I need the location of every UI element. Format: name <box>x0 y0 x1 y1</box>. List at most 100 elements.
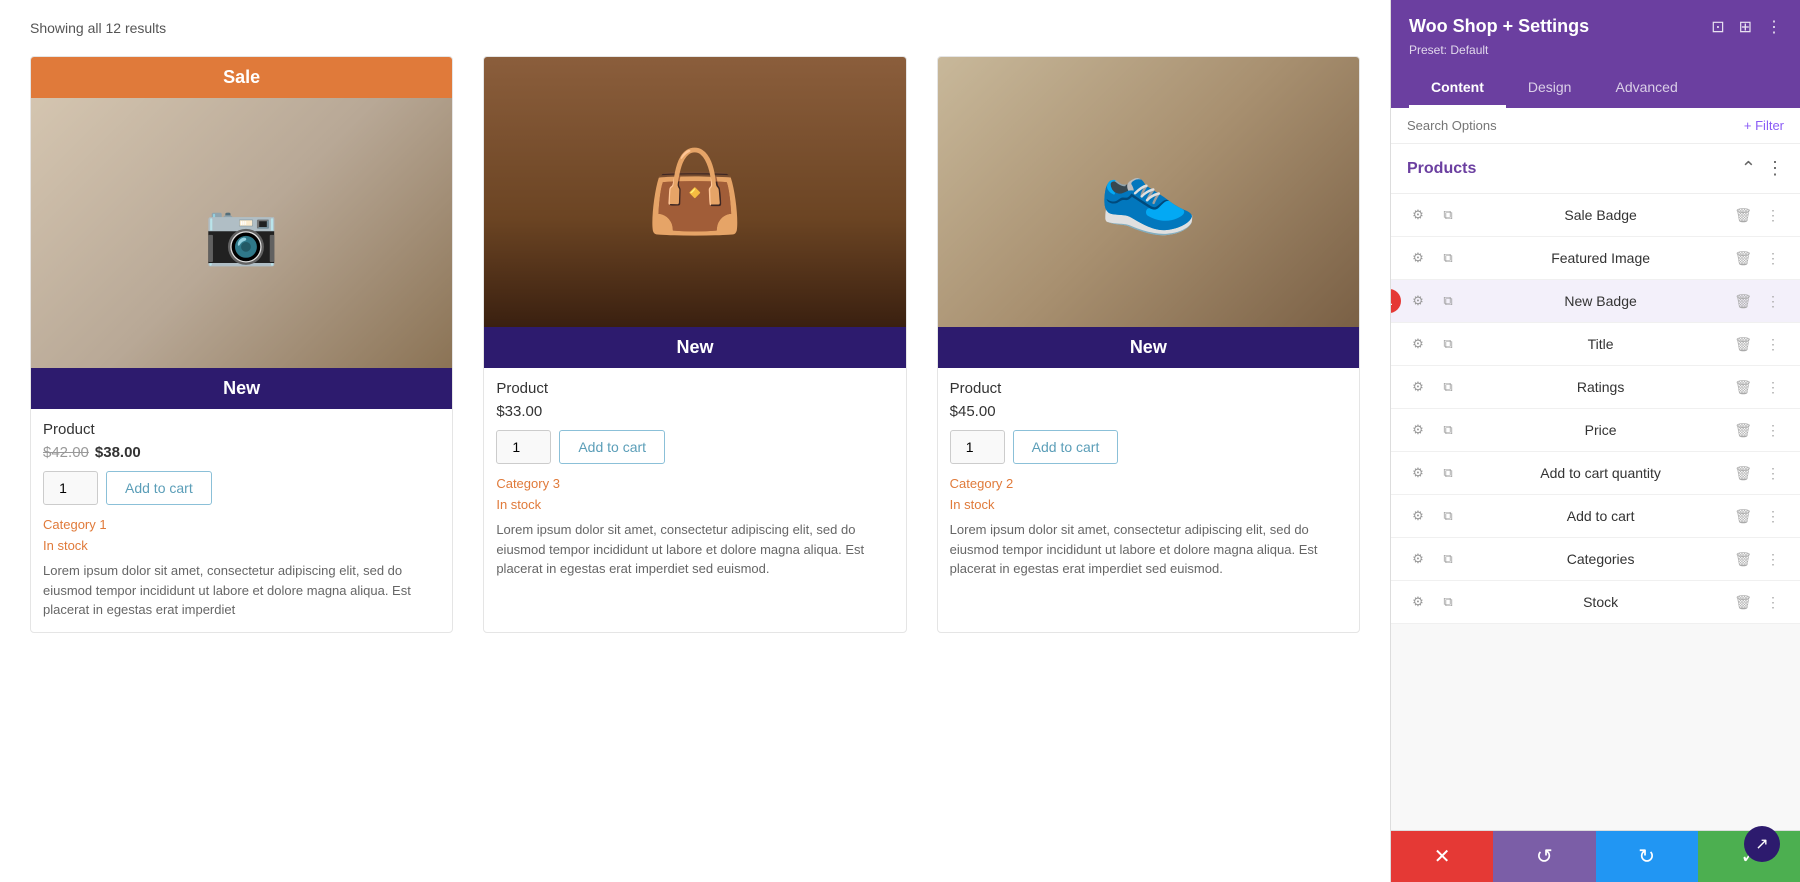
section-more-icon[interactable]: ⋮ <box>1766 158 1784 179</box>
new-badge-count: 1 <box>1391 289 1401 313</box>
add-to-cart-btn-3[interactable]: Add to cart <box>1013 430 1119 464</box>
qty-input-3[interactable] <box>950 430 1005 464</box>
delete-featured-image[interactable]: 🗑 <box>1730 248 1756 269</box>
product-price-3: $45.00 <box>950 403 1347 420</box>
delete-ratings[interactable]: 🗑 <box>1730 377 1756 398</box>
more-price[interactable]: ⋮ <box>1762 420 1784 441</box>
product-info-1: Product $42.00$38.00 Add to cart Categor… <box>31 409 452 632</box>
bottom-bar: ✕ ↺ ↻ ✓ <box>1391 830 1800 882</box>
copy-icon-stock[interactable]: ⧉ <box>1437 591 1459 613</box>
panel-header-icons: ⊡ ⊞ ⋮ <box>1711 17 1782 37</box>
product-category-2[interactable]: Category 3 <box>496 476 893 491</box>
qty-input-1[interactable] <box>43 471 98 505</box>
settings-icon-add-to-cart-qty[interactable]: ⚙ <box>1407 462 1429 484</box>
settings-icon-title[interactable]: ⚙ <box>1407 333 1429 355</box>
module-name-categories: Categories <box>1471 551 1730 567</box>
product-category-3[interactable]: Category 2 <box>950 476 1347 491</box>
module-left-icons-title: ⚙ ⧉ <box>1407 333 1459 355</box>
copy-icon-ratings[interactable]: ⧉ <box>1437 376 1459 398</box>
delete-categories[interactable]: 🗑 <box>1730 549 1756 570</box>
module-categories: ⚙ ⧉ Categories 🗑 ⋮ <box>1391 538 1800 581</box>
product-info-2: Product $33.00 Add to cart Category 3 In… <box>484 368 905 591</box>
more-categories[interactable]: ⋮ <box>1762 549 1784 570</box>
new-badge-1: New <box>31 368 452 409</box>
cancel-button[interactable]: ✕ <box>1391 831 1493 882</box>
product-stock-2: In stock <box>496 497 893 512</box>
module-actions-featured-image: 🗑 ⋮ <box>1730 248 1784 269</box>
delete-title[interactable]: 🗑 <box>1730 334 1756 355</box>
panel-tabs: Content Design Advanced <box>1409 69 1782 108</box>
settings-icon-stock[interactable]: ⚙ <box>1407 591 1429 613</box>
copy-icon-new-badge[interactable]: ⧉ <box>1437 290 1459 312</box>
more-icon[interactable]: ⋮ <box>1766 17 1782 37</box>
more-ratings[interactable]: ⋮ <box>1762 377 1784 398</box>
module-actions-sale-badge: 🗑 ⋮ <box>1730 205 1784 226</box>
module-left-icons-new-badge: ⚙ ⧉ <box>1407 290 1459 312</box>
delete-price[interactable]: 🗑 <box>1730 420 1756 441</box>
collapse-icon[interactable]: ⌃ <box>1741 158 1756 179</box>
copy-icon-add-to-cart[interactable]: ⧉ <box>1437 505 1459 527</box>
product-image-1 <box>31 98 452 368</box>
panel-title-row: Woo Shop + Settings ⊡ ⊞ ⋮ <box>1409 16 1782 37</box>
product-name-1: Product <box>43 421 440 438</box>
add-to-cart-btn-1[interactable]: Add to cart <box>106 471 212 505</box>
search-options-input[interactable] <box>1407 118 1734 133</box>
right-panel: Woo Shop + Settings ⊡ ⊞ ⋮ Preset: Defaul… <box>1390 0 1800 882</box>
grid-icon[interactable]: ⊞ <box>1739 17 1752 37</box>
more-new-badge[interactable]: ⋮ <box>1762 291 1784 312</box>
product-image-2 <box>484 57 905 327</box>
module-actions-categories: 🗑 ⋮ <box>1730 549 1784 570</box>
module-actions-add-to-cart-qty: 🗑 ⋮ <box>1730 463 1784 484</box>
delete-stock[interactable]: 🗑 <box>1730 592 1756 613</box>
copy-icon-sale-badge[interactable]: ⧉ <box>1437 204 1459 226</box>
redo-button[interactable]: ↻ <box>1596 831 1698 882</box>
settings-icon-sale-badge[interactable]: ⚙ <box>1407 204 1429 226</box>
delete-new-badge[interactable]: 🗑 <box>1730 291 1756 312</box>
copy-icon-title[interactable]: ⧉ <box>1437 333 1459 355</box>
panel-preset[interactable]: Preset: Default <box>1409 43 1782 57</box>
settings-icon-add-to-cart[interactable]: ⚙ <box>1407 505 1429 527</box>
more-title[interactable]: ⋮ <box>1762 334 1784 355</box>
filter-button[interactable]: + Filter <box>1744 118 1784 133</box>
module-name-new-badge: New Badge <box>1471 293 1730 309</box>
module-left-icons-stock: ⚙ ⧉ <box>1407 591 1459 613</box>
module-stock: ⚙ ⧉ Stock 🗑 ⋮ <box>1391 581 1800 624</box>
module-add-to-cart: ⚙ ⧉ Add to cart 🗑 ⋮ <box>1391 495 1800 538</box>
floating-handle[interactable]: ↗ <box>1744 826 1780 862</box>
copy-icon-categories[interactable]: ⧉ <box>1437 548 1459 570</box>
more-add-to-cart[interactable]: ⋮ <box>1762 506 1784 527</box>
delete-add-to-cart[interactable]: 🗑 <box>1730 506 1756 527</box>
tab-design[interactable]: Design <box>1506 69 1594 108</box>
products-section-header: Products ⌃ ⋮ <box>1391 144 1800 194</box>
product-price-1: $42.00$38.00 <box>43 444 440 461</box>
products-grid: Sale New Product $42.00$38.00 Add to car… <box>30 56 1360 633</box>
copy-icon-featured-image[interactable]: ⧉ <box>1437 247 1459 269</box>
module-actions-stock: 🗑 ⋮ <box>1730 592 1784 613</box>
product-card-1: Sale New Product $42.00$38.00 Add to car… <box>30 56 453 633</box>
tab-advanced[interactable]: Advanced <box>1593 69 1699 108</box>
add-to-cart-btn-2[interactable]: Add to cart <box>559 430 665 464</box>
more-stock[interactable]: ⋮ <box>1762 592 1784 613</box>
settings-icon-new-badge[interactable]: ⚙ <box>1407 290 1429 312</box>
copy-icon-add-to-cart-qty[interactable]: ⧉ <box>1437 462 1459 484</box>
product-stock-1: In stock <box>43 538 440 553</box>
module-name-stock: Stock <box>1471 594 1730 610</box>
search-filter-row: + Filter <box>1391 108 1800 144</box>
delete-add-to-cart-qty[interactable]: 🗑 <box>1730 463 1756 484</box>
undo-button[interactable]: ↺ <box>1493 831 1595 882</box>
tab-content[interactable]: Content <box>1409 69 1506 108</box>
more-sale-badge[interactable]: ⋮ <box>1762 205 1784 226</box>
copy-icon-price[interactable]: ⧉ <box>1437 419 1459 441</box>
delete-sale-badge[interactable]: 🗑 <box>1730 205 1756 226</box>
settings-icon-featured-image[interactable]: ⚙ <box>1407 247 1429 269</box>
more-featured-image[interactable]: ⋮ <box>1762 248 1784 269</box>
product-name-2: Product <box>496 380 893 397</box>
product-category-1[interactable]: Category 1 <box>43 517 440 532</box>
settings-icon-ratings[interactable]: ⚙ <box>1407 376 1429 398</box>
product-card-3: New Product $45.00 Add to cart Category … <box>937 56 1360 633</box>
settings-icon-price[interactable]: ⚙ <box>1407 419 1429 441</box>
settings-icon-categories[interactable]: ⚙ <box>1407 548 1429 570</box>
more-add-to-cart-qty[interactable]: ⋮ <box>1762 463 1784 484</box>
screenshot-icon[interactable]: ⊡ <box>1711 17 1724 37</box>
qty-input-2[interactable] <box>496 430 551 464</box>
